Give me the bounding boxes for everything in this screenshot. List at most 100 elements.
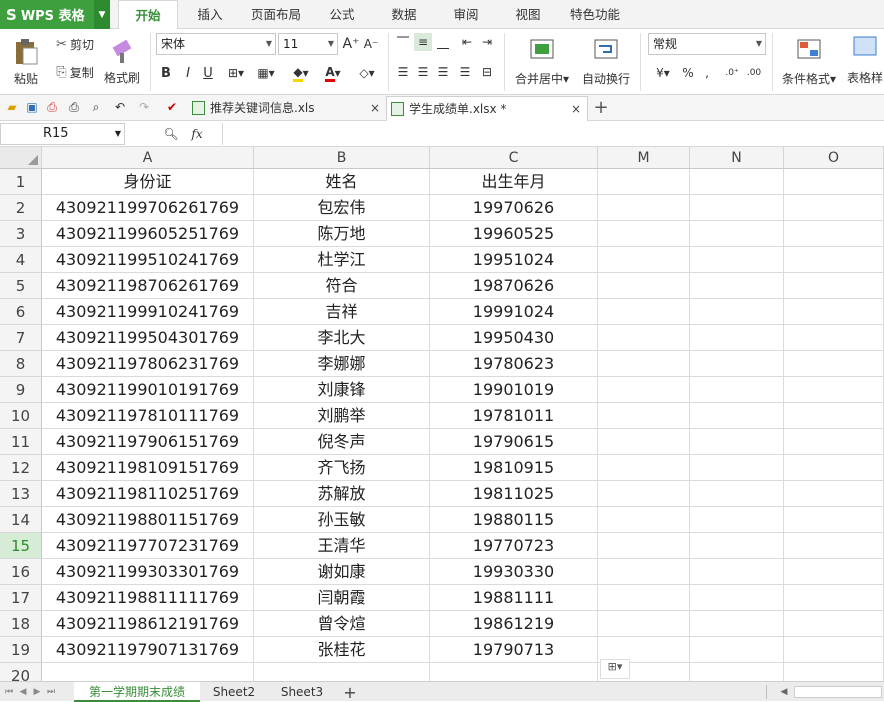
tab-review[interactable]: 审阅 bbox=[440, 0, 492, 29]
row-header[interactable]: 12 bbox=[0, 455, 42, 481]
cell-b[interactable]: 包宏伟 bbox=[254, 195, 430, 221]
cell-a[interactable]: 430921197810111769 bbox=[42, 403, 254, 429]
row-header[interactable]: 6 bbox=[0, 299, 42, 325]
cell-c[interactable]: 19960525 bbox=[430, 221, 598, 247]
cell-b[interactable]: 姓名 bbox=[254, 169, 430, 195]
merge-center-button[interactable]: 合并居中▾ bbox=[510, 33, 574, 91]
cell-c[interactable]: 出生年月 bbox=[430, 169, 598, 195]
undo-icon[interactable]: ↶ bbox=[112, 99, 128, 115]
column-header-c[interactable]: C bbox=[430, 147, 598, 169]
cell-empty[interactable] bbox=[784, 481, 884, 507]
cell-empty[interactable] bbox=[598, 533, 690, 559]
cell-empty[interactable] bbox=[690, 351, 784, 377]
row-header[interactable]: 16 bbox=[0, 559, 42, 585]
fill-color-button[interactable]: ◆ ▾ bbox=[286, 63, 316, 83]
tab-insert[interactable]: 插入 bbox=[184, 0, 236, 29]
cell-empty[interactable] bbox=[690, 377, 784, 403]
cell-b[interactable]: 张桂花 bbox=[254, 637, 430, 663]
row-header[interactable]: 14 bbox=[0, 507, 42, 533]
row-header[interactable]: 19 bbox=[0, 637, 42, 663]
cell-a[interactable]: 430921199706261769 bbox=[42, 195, 254, 221]
cell-empty[interactable] bbox=[784, 325, 884, 351]
cell-b[interactable] bbox=[254, 663, 430, 681]
cell-a[interactable]: 430921198706261769 bbox=[42, 273, 254, 299]
close-icon[interactable]: × bbox=[571, 97, 581, 121]
cell-c[interactable]: 19970626 bbox=[430, 195, 598, 221]
cell-b[interactable]: 苏解放 bbox=[254, 481, 430, 507]
select-all-corner[interactable] bbox=[0, 147, 42, 169]
cell-empty[interactable] bbox=[690, 559, 784, 585]
row-header[interactable]: 2 bbox=[0, 195, 42, 221]
column-header-a[interactable]: A bbox=[42, 147, 254, 169]
cell-c[interactable]: 19901019 bbox=[430, 377, 598, 403]
first-sheet-icon[interactable]: ⏮ bbox=[4, 684, 14, 700]
increase-font-icon[interactable]: A⁺ bbox=[342, 35, 360, 53]
cell-a[interactable]: 430921198109151769 bbox=[42, 455, 254, 481]
cell-b[interactable]: 刘康锋 bbox=[254, 377, 430, 403]
prev-sheet-icon[interactable]: ◀ bbox=[18, 684, 28, 700]
underline-button[interactable]: U bbox=[200, 63, 216, 83]
cell-empty[interactable] bbox=[598, 507, 690, 533]
thousands-button[interactable]: , bbox=[700, 63, 714, 83]
close-icon[interactable]: × bbox=[370, 96, 380, 120]
cell-empty[interactable] bbox=[598, 481, 690, 507]
border-button[interactable]: ⊞▾ bbox=[222, 63, 250, 83]
decrease-font-icon[interactable]: A⁻ bbox=[362, 35, 380, 53]
font-color-button[interactable]: A ▾ bbox=[318, 63, 348, 83]
cell-empty[interactable] bbox=[784, 585, 884, 611]
conditional-format-button[interactable]: 条件格式▾ bbox=[776, 33, 842, 91]
cell-empty[interactable] bbox=[784, 533, 884, 559]
cell-empty[interactable] bbox=[784, 273, 884, 299]
cell-b[interactable]: 刘鹏举 bbox=[254, 403, 430, 429]
cell-a[interactable]: 430921199910241769 bbox=[42, 299, 254, 325]
cell-empty[interactable] bbox=[690, 637, 784, 663]
number-format-select[interactable]: 常规 ▼ bbox=[648, 33, 766, 55]
name-box[interactable]: R15 ▼ bbox=[0, 123, 125, 145]
paste-options-icon[interactable]: ⊞▾ bbox=[600, 659, 630, 679]
cell-empty[interactable] bbox=[598, 273, 690, 299]
cell-a[interactable]: 430921198110251769 bbox=[42, 481, 254, 507]
row-header[interactable]: 17 bbox=[0, 585, 42, 611]
cell-c[interactable]: 19881111 bbox=[430, 585, 598, 611]
file-tab-keywords[interactable]: 推荐关键词信息.xls × bbox=[188, 96, 386, 121]
row-header[interactable]: 4 bbox=[0, 247, 42, 273]
next-sheet-icon[interactable]: ▶ bbox=[32, 684, 42, 700]
row-header[interactable]: 18 bbox=[0, 611, 42, 637]
cell-empty[interactable] bbox=[690, 195, 784, 221]
cell-c[interactable]: 19930330 bbox=[430, 559, 598, 585]
column-header-n[interactable]: N bbox=[690, 147, 784, 169]
tab-view[interactable]: 视图 bbox=[502, 0, 554, 29]
font-size-select[interactable]: 11 ▼ bbox=[278, 33, 338, 55]
row-header[interactable]: 10 bbox=[0, 403, 42, 429]
file-tab-grades[interactable]: 学生成绩单.xlsx * × bbox=[386, 96, 588, 121]
cell-empty[interactable] bbox=[690, 611, 784, 637]
italic-button[interactable]: I bbox=[180, 63, 196, 83]
cell-empty[interactable] bbox=[690, 663, 784, 681]
save-icon[interactable]: ▣ bbox=[24, 99, 40, 115]
align-top-icon[interactable]: ⎺ bbox=[394, 33, 412, 51]
cell-empty[interactable] bbox=[598, 221, 690, 247]
cell-c[interactable]: 19950430 bbox=[430, 325, 598, 351]
cell-empty[interactable] bbox=[690, 325, 784, 351]
cell-empty[interactable] bbox=[598, 377, 690, 403]
align-middle-icon[interactable]: ≡ bbox=[414, 33, 432, 51]
cell-empty[interactable] bbox=[690, 481, 784, 507]
cell-c[interactable]: 19810915 bbox=[430, 455, 598, 481]
new-tab-icon[interactable]: + bbox=[592, 97, 610, 118]
pdf-icon[interactable]: ⎙ bbox=[44, 99, 60, 115]
cell-c[interactable]: 19991024 bbox=[430, 299, 598, 325]
cell-b[interactable]: 倪冬声 bbox=[254, 429, 430, 455]
scroll-left-icon[interactable]: ◀ bbox=[778, 684, 790, 700]
indent-decrease-icon[interactable]: ⇤ bbox=[458, 33, 476, 51]
cut-button[interactable]: ✂ 剪切 bbox=[50, 35, 100, 53]
row-header[interactable]: 9 bbox=[0, 377, 42, 403]
font-name-select[interactable]: 宋体 ▼ bbox=[156, 33, 276, 55]
cell-empty[interactable] bbox=[784, 559, 884, 585]
cell-empty[interactable] bbox=[598, 611, 690, 637]
cell-c[interactable]: 19790615 bbox=[430, 429, 598, 455]
tab-page-layout[interactable]: 页面布局 bbox=[244, 0, 308, 29]
cell-empty[interactable] bbox=[690, 455, 784, 481]
row-header[interactable]: 8 bbox=[0, 351, 42, 377]
cell-c[interactable] bbox=[430, 663, 598, 681]
cell-empty[interactable] bbox=[690, 221, 784, 247]
